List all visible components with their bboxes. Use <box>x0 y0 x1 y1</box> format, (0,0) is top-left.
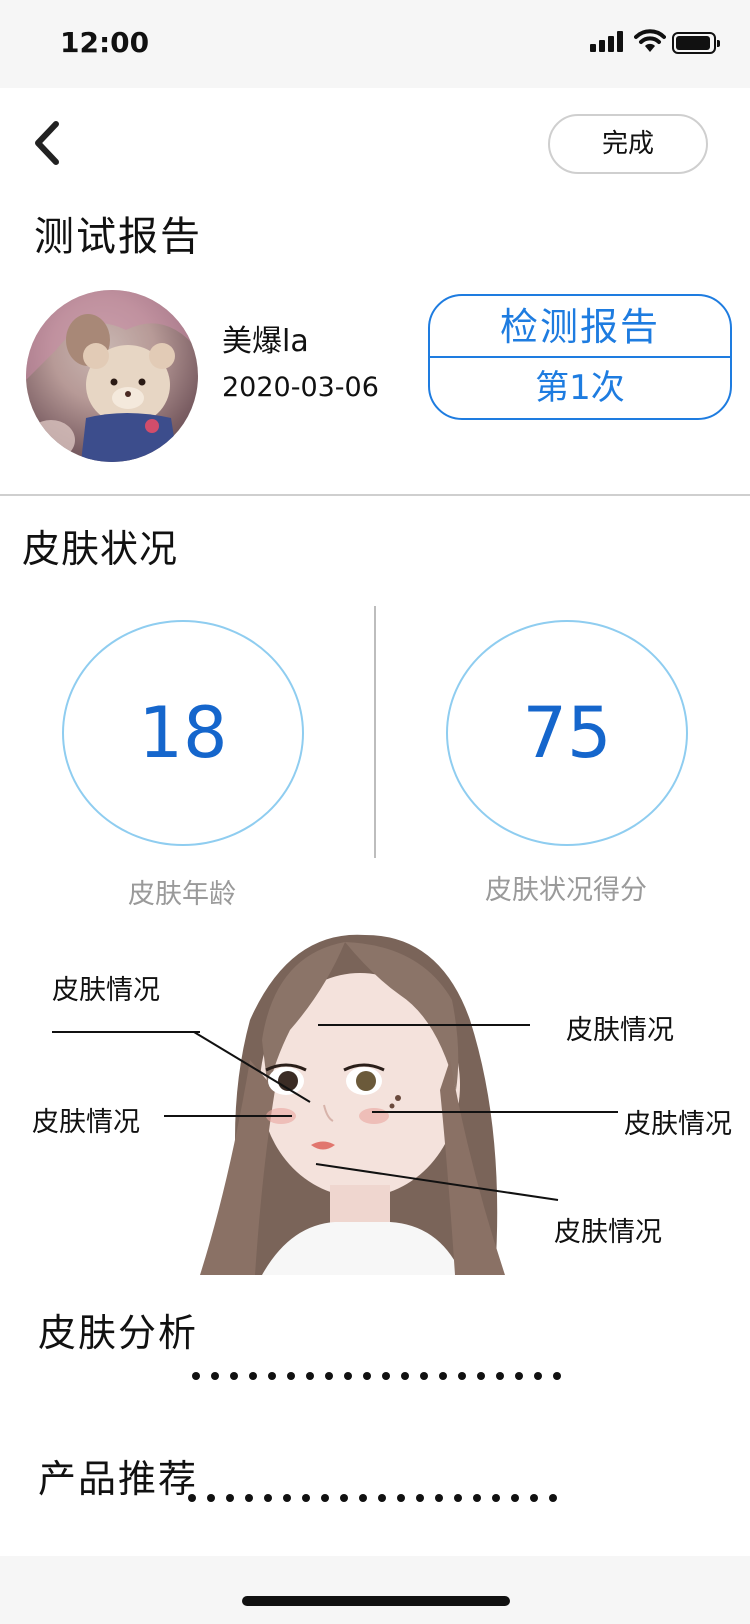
report-date: 2020-03-06 <box>222 372 379 403</box>
page-title: 测试报告 <box>34 214 202 260</box>
chevron-left-icon[interactable] <box>28 118 68 168</box>
skin-age-value: 18 <box>62 620 304 846</box>
report-badge-count: 第1次 <box>535 368 625 408</box>
skin-age-label: 皮肤年龄 <box>128 879 236 910</box>
product-recommend-placeholder <box>188 1494 557 1502</box>
avatar <box>26 290 198 462</box>
face-callout-chin: 皮肤情况 <box>554 1217 662 1248</box>
done-button[interactable]: 完成 <box>548 114 708 174</box>
metric-divider <box>374 606 376 858</box>
face-callout-forehead-right: 皮肤情况 <box>566 1015 674 1046</box>
face-callout-cheek-left: 皮肤情况 <box>32 1107 140 1138</box>
bottom-bar <box>0 1556 750 1624</box>
user-name: 美爆la <box>222 324 309 359</box>
battery-icon <box>672 32 720 54</box>
product-recommend-title: 产品推荐 <box>38 1457 199 1501</box>
skin-analysis-title: 皮肤分析 <box>38 1311 199 1355</box>
skin-score-label: 皮肤状况得分 <box>485 875 647 906</box>
skin-status-title: 皮肤状况 <box>22 527 179 571</box>
signal-icon <box>590 30 626 52</box>
wifi-icon <box>634 29 666 52</box>
report-badge-title: 检测报告 <box>430 296 730 358</box>
face-callout-cheek-right: 皮肤情况 <box>624 1109 732 1140</box>
skin-score-value: 75 <box>446 620 688 846</box>
home-indicator[interactable] <box>242 1596 510 1606</box>
skin-analysis-placeholder <box>192 1372 561 1380</box>
status-time: 12:00 <box>60 26 150 59</box>
report-badge[interactable]: 检测报告 第1次 <box>428 294 732 420</box>
face-callout-forehead-left: 皮肤情况 <box>52 975 160 1006</box>
divider <box>0 494 750 496</box>
